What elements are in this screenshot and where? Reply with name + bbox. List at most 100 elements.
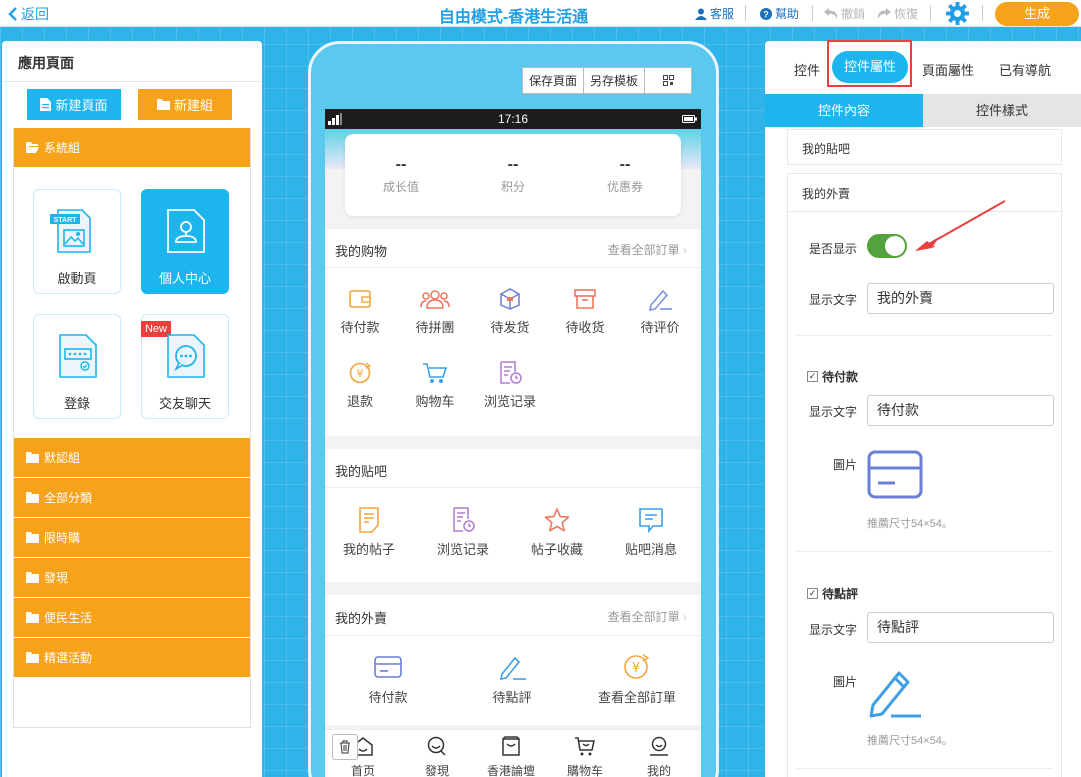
group-list: 系統組 START 啟動頁 個人中心 登錄 New 交友聊天 默認組 全部分類 … xyxy=(13,128,251,728)
section-title: 我的贴吧 xyxy=(335,464,388,479)
delete-widget-button[interactable] xyxy=(332,734,358,760)
stat-points[interactable]: -- 积分 xyxy=(469,156,557,195)
icon-takeout-review[interactable]: 待點評 xyxy=(477,653,547,706)
group-flash-sale[interactable]: 限時購 xyxy=(14,518,250,558)
save-page-button[interactable]: 保存頁面 xyxy=(523,68,585,93)
section-title: 我的购物 xyxy=(335,244,388,259)
refund-icon: ¥ xyxy=(349,362,372,384)
item-pending-payment-checkbox[interactable]: ✓ 待付款 xyxy=(807,368,858,385)
size-hint: 推薦尺寸54×54。 xyxy=(867,735,953,747)
folder-icon xyxy=(26,532,39,543)
icon-my-posts[interactable]: 我的帖子 xyxy=(335,507,403,558)
group-convenience[interactable]: 便民生活 xyxy=(14,598,250,638)
view-all-orders-link[interactable]: 查看全部訂單 › xyxy=(608,608,687,625)
icon-cart[interactable]: 购物车 xyxy=(402,361,468,410)
view-all-orders-link[interactable]: 查看全部訂單 › xyxy=(608,241,687,258)
group-label: 精選活動 xyxy=(44,651,93,665)
tab-widgets[interactable]: 控件 xyxy=(794,60,820,79)
config-header-label: 我的外賣 xyxy=(802,187,851,201)
image-label: 圖片 xyxy=(833,458,858,472)
page-card-start[interactable]: START 啟動頁 xyxy=(33,189,121,294)
start-page-icon: START xyxy=(50,208,100,254)
group-label: 系統組 xyxy=(44,141,81,155)
stats-card: -- 成长值 -- 积分 -- 优惠券 xyxy=(345,134,681,216)
page-card-personal[interactable]: 個人中心 xyxy=(141,189,229,294)
group-discover[interactable]: 發現 xyxy=(14,558,250,598)
tab-label: 購物车 xyxy=(566,764,603,777)
page-card-chat[interactable]: New 交友聊天 xyxy=(141,314,229,419)
new-page-button[interactable]: 新建頁面 xyxy=(27,89,121,120)
icon-refund[interactable]: ¥ 退款 xyxy=(327,361,393,410)
icon-takeout-all-orders[interactable]: ¥ 查看全部訂單 xyxy=(587,653,687,706)
item-label: 浏览记录 xyxy=(483,394,536,409)
icon-to-ship[interactable]: 待发货 xyxy=(477,287,543,336)
cart-icon xyxy=(575,737,595,756)
item-review-checkbox[interactable]: ✓ 待點評 xyxy=(807,585,858,602)
chevron-right-icon: › xyxy=(683,610,687,624)
group-label: 全部分類 xyxy=(44,491,93,505)
generate-button[interactable]: 生成 xyxy=(995,2,1079,26)
icon-pending-payment[interactable]: 待付款 xyxy=(327,287,393,336)
card-icon[interactable] xyxy=(867,449,923,501)
star-icon xyxy=(544,508,570,532)
tab-page-properties[interactable]: 頁面屬性 xyxy=(922,60,974,79)
icon-to-review[interactable]: 待评价 xyxy=(627,287,693,336)
history-icon xyxy=(500,361,522,384)
help-button[interactable]: ? 幫助 xyxy=(760,5,799,22)
icon-tieba-history[interactable]: 浏览记录 xyxy=(429,507,497,558)
new-group-button[interactable]: 新建組 xyxy=(138,89,232,120)
stat-label: 积分 xyxy=(500,180,525,194)
item-label: 查看全部訂單 xyxy=(597,690,676,705)
tieba-config-header[interactable]: 我的貼吧 xyxy=(787,129,1062,165)
display-text-input[interactable]: 我的外賣 xyxy=(867,283,1054,314)
group-all-categories[interactable]: 全部分類 xyxy=(14,478,250,518)
item-label: 帖子收藏 xyxy=(530,542,583,557)
service-button[interactable]: 客服 xyxy=(695,5,734,22)
divider xyxy=(325,267,701,268)
tab-widget-properties[interactable]: 控件屬性 xyxy=(832,51,908,83)
tab-forum[interactable]: 香港論壇 xyxy=(479,736,543,777)
item-review-text-input[interactable]: 待點評 xyxy=(867,612,1054,643)
item-pending-payment-text-input[interactable]: 待付款 xyxy=(867,395,1054,426)
svg-text:¥: ¥ xyxy=(357,367,364,380)
tab-existing-navigation[interactable]: 已有導航 xyxy=(999,60,1051,79)
undo-button[interactable]: 撤銷 xyxy=(824,5,865,22)
icon-group-buy[interactable]: 待拼團 xyxy=(402,287,468,336)
profile-icon xyxy=(650,736,668,756)
page-card-login[interactable]: 登錄 xyxy=(33,314,121,419)
config-header-label: 我的貼吧 xyxy=(802,142,851,156)
group-default[interactable]: 默認組 xyxy=(14,438,250,478)
qrcode-button[interactable] xyxy=(645,68,691,93)
redo-icon xyxy=(877,8,891,19)
icon-takeout-pending-payment[interactable]: 待付款 xyxy=(353,653,423,706)
tab-profile[interactable]: 我的 xyxy=(627,736,691,777)
link-label: 查看全部訂單 xyxy=(607,243,680,257)
icon-tieba-messages[interactable]: 贴吧消息 xyxy=(617,507,685,558)
save-template-button[interactable]: 另存模板 xyxy=(584,68,646,93)
stat-growth[interactable]: -- 成长值 xyxy=(357,156,445,195)
item-label: 待收货 xyxy=(565,320,605,335)
divider xyxy=(2,81,262,82)
group-system[interactable]: 系統組 xyxy=(14,128,250,168)
item-label: 我的帖子 xyxy=(342,542,395,557)
icon-to-receive[interactable]: 待收货 xyxy=(552,287,618,336)
group-label: 默認組 xyxy=(44,451,81,465)
group-featured[interactable]: 精選活動 xyxy=(14,638,250,678)
icon-history[interactable]: 浏览记录 xyxy=(477,361,543,410)
stat-coupons[interactable]: -- 优惠券 xyxy=(581,156,669,195)
pen-icon[interactable] xyxy=(867,665,923,719)
check-icon: ✓ xyxy=(807,371,818,382)
icon-post-favorites[interactable]: 帖子收藏 xyxy=(523,507,591,558)
chevron-right-icon: › xyxy=(683,243,687,257)
folder-icon xyxy=(26,572,39,583)
tab-cart[interactable]: 購物车 xyxy=(553,736,617,777)
redo-label: 恢復 xyxy=(894,7,919,21)
subtab-style[interactable]: 控件樣式 xyxy=(923,94,1081,127)
tab-discover[interactable]: 發現 xyxy=(405,736,469,777)
trash-icon xyxy=(340,740,350,754)
subtab-content[interactable]: 控件內容 xyxy=(765,94,923,127)
gear-icon[interactable] xyxy=(946,2,969,25)
redo-button[interactable]: 恢復 xyxy=(877,5,918,22)
item-label: 待拼團 xyxy=(415,320,455,335)
show-toggle[interactable] xyxy=(867,234,907,258)
